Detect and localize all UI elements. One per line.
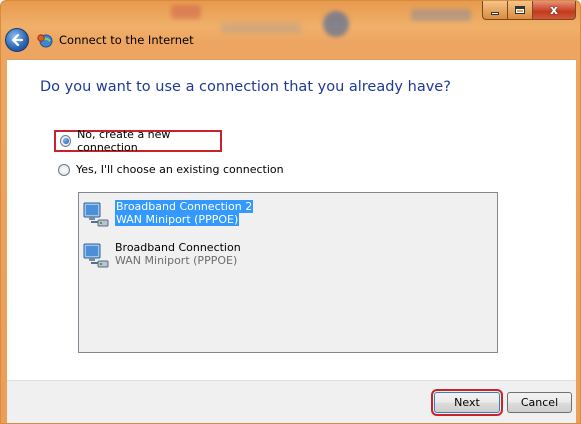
maximize-icon — [515, 6, 525, 14]
option-label: Yes, I'll choose an existing connection — [76, 163, 284, 176]
radio-button-unselected[interactable] — [58, 163, 70, 176]
window-title: Connect to the Internet — [59, 33, 194, 47]
option-use-existing-connection[interactable]: Yes, I'll choose an existing connection — [58, 163, 284, 176]
minimize-button[interactable] — [482, 1, 508, 20]
title-bar: x Connect to the Internet — [1, 1, 580, 59]
connection-name: Broadband Connection 2 — [115, 200, 254, 213]
network-connection-icon — [83, 243, 109, 268]
option-label: No, create a new connection — [77, 128, 171, 154]
close-button[interactable]: x — [533, 1, 576, 20]
existing-connections-list[interactable]: Broadband Connection 2 WAN Miniport (PPP… — [78, 192, 498, 353]
content-panel: Do you want to use a connection that you… — [7, 59, 576, 380]
connection-device: WAN Miniport (PPPOE) — [115, 254, 238, 267]
network-connection-icon — [83, 202, 109, 227]
page-heading: Do you want to use a connection that you… — [40, 79, 451, 95]
option-create-new-connection[interactable]: No, create a new connection — [54, 128, 222, 154]
button-bar: Next Cancel — [7, 380, 576, 423]
cancel-button[interactable]: Cancel — [507, 392, 572, 413]
radio-button-selected[interactable] — [60, 135, 72, 147]
minimize-icon — [491, 11, 499, 15]
back-arrow-icon — [11, 33, 24, 47]
internet-connection-icon — [37, 34, 53, 48]
close-icon: x — [550, 3, 558, 17]
connection-device: WAN Miniport (PPPOE) — [115, 213, 240, 226]
list-item[interactable]: Broadband Connection WAN Miniport (PPPOE… — [81, 241, 241, 271]
next-button[interactable]: Next — [431, 389, 503, 416]
maximize-button[interactable] — [508, 1, 533, 20]
back-button[interactable] — [5, 28, 29, 52]
connection-name: Broadband Connection — [115, 241, 241, 254]
caption-buttons: x — [482, 1, 576, 21]
list-item[interactable]: Broadband Connection 2 WAN Miniport (PPP… — [81, 200, 254, 230]
dialog-window: x Connect to the Internet Do you want to… — [0, 0, 581, 424]
